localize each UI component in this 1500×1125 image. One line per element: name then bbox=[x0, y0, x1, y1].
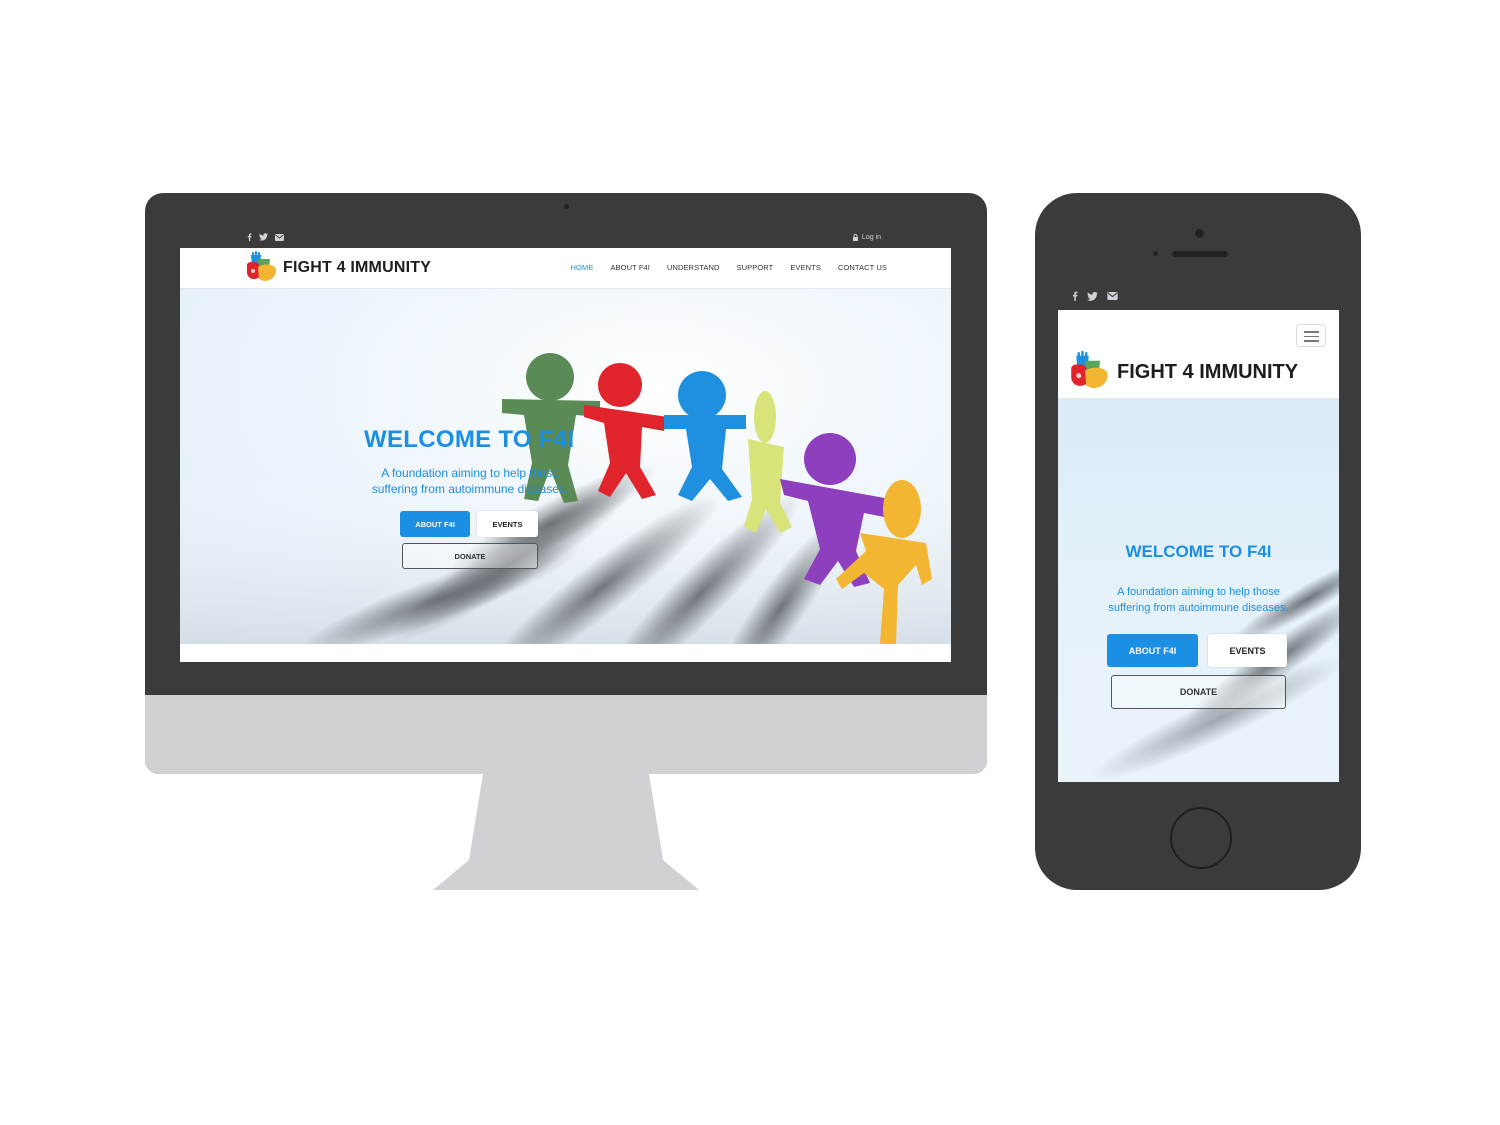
login-link[interactable]: Log in bbox=[852, 234, 881, 241]
twitter-icon[interactable] bbox=[1087, 291, 1098, 301]
mobile-about-button[interactable]: ABOUT F4I bbox=[1107, 634, 1198, 667]
mobile-screen: FIGHT 4 IMMUNITY WELCOME TO F4I A founda… bbox=[1058, 310, 1339, 782]
site-header: FIGHT 4 IMMUNITY HOME ABOUT F4I UNDERSTA… bbox=[180, 248, 951, 289]
nav-item-contact[interactable]: CONTACT US bbox=[838, 263, 887, 272]
phone-home-button[interactable] bbox=[1170, 807, 1232, 869]
hero-subtitle-line-1: A foundation aiming to help those bbox=[381, 466, 559, 480]
nav-item-home[interactable]: HOME bbox=[571, 263, 594, 272]
events-button[interactable]: EVENTS bbox=[477, 511, 538, 537]
hero-subtitle-line-2: suffering from autoimmune diseases. bbox=[371, 482, 569, 496]
mobile-social-links bbox=[1072, 291, 1118, 301]
social-links bbox=[247, 233, 284, 241]
brand-name[interactable]: FIGHT 4 IMMUNITY bbox=[283, 259, 431, 277]
about-button[interactable]: ABOUT F4I bbox=[400, 511, 470, 537]
hero-section: WELCOME TO F4I A foundation aiming to he… bbox=[180, 289, 951, 644]
desktop-screen: FIGHT 4 IMMUNITY HOME ABOUT F4I UNDERSTA… bbox=[180, 248, 951, 662]
phone-speaker bbox=[1172, 251, 1228, 257]
login-label: Log in bbox=[861, 234, 881, 241]
phone-sensor bbox=[1153, 251, 1158, 256]
mobile-brand-name[interactable]: FIGHT 4 IMMUNITY bbox=[1117, 361, 1298, 384]
facebook-icon[interactable] bbox=[1072, 291, 1078, 301]
monitor-stand bbox=[433, 774, 699, 890]
main-nav: HOME ABOUT F4I UNDERSTAND SUPPORT EVENTS… bbox=[571, 263, 887, 272]
twitter-icon[interactable] bbox=[259, 233, 268, 241]
mobile-hero-title: WELCOME TO F4I bbox=[1125, 542, 1272, 561]
mobile-hero-subtitle: A foundation aiming to help those suffer… bbox=[1088, 584, 1309, 616]
lock-icon bbox=[852, 234, 858, 241]
envelope-icon[interactable] bbox=[1107, 292, 1118, 300]
hero-title: WELCOME TO F4I bbox=[364, 426, 575, 453]
monitor-chin bbox=[145, 695, 987, 774]
envelope-icon[interactable] bbox=[275, 233, 284, 241]
mobile-hero-section: WELCOME TO F4I A foundation aiming to he… bbox=[1058, 399, 1339, 782]
hamburger-menu-icon[interactable] bbox=[1296, 324, 1326, 347]
nav-item-events[interactable]: EVENTS bbox=[790, 263, 821, 272]
desktop-topbar: Log in bbox=[180, 230, 951, 248]
nav-item-understand[interactable]: UNDERSTAND bbox=[667, 263, 720, 272]
mobile-donate-button[interactable]: DONATE bbox=[1111, 675, 1286, 709]
phone-camera bbox=[1195, 229, 1204, 238]
nav-item-support[interactable]: SUPPORT bbox=[737, 263, 774, 272]
mobile-hero-subtitle-line-2: suffering from autoimmune diseases. bbox=[1108, 602, 1289, 614]
mobile-hero-subtitle-line-1: A foundation aiming to help those bbox=[1117, 586, 1280, 598]
nav-item-about[interactable]: ABOUT F4I bbox=[610, 263, 650, 272]
mobile-events-button[interactable]: EVENTS bbox=[1208, 634, 1287, 667]
donate-button[interactable]: DONATE bbox=[402, 543, 538, 569]
facebook-icon[interactable] bbox=[247, 233, 252, 241]
hero-subtitle: A foundation aiming to help those suffer… bbox=[350, 465, 590, 497]
f4i-logo-hands-icon[interactable] bbox=[246, 251, 278, 285]
monitor-camera bbox=[564, 204, 569, 209]
f4i-logo-hands-icon[interactable] bbox=[1070, 350, 1110, 394]
mobile-site-header: FIGHT 4 IMMUNITY bbox=[1058, 310, 1339, 399]
